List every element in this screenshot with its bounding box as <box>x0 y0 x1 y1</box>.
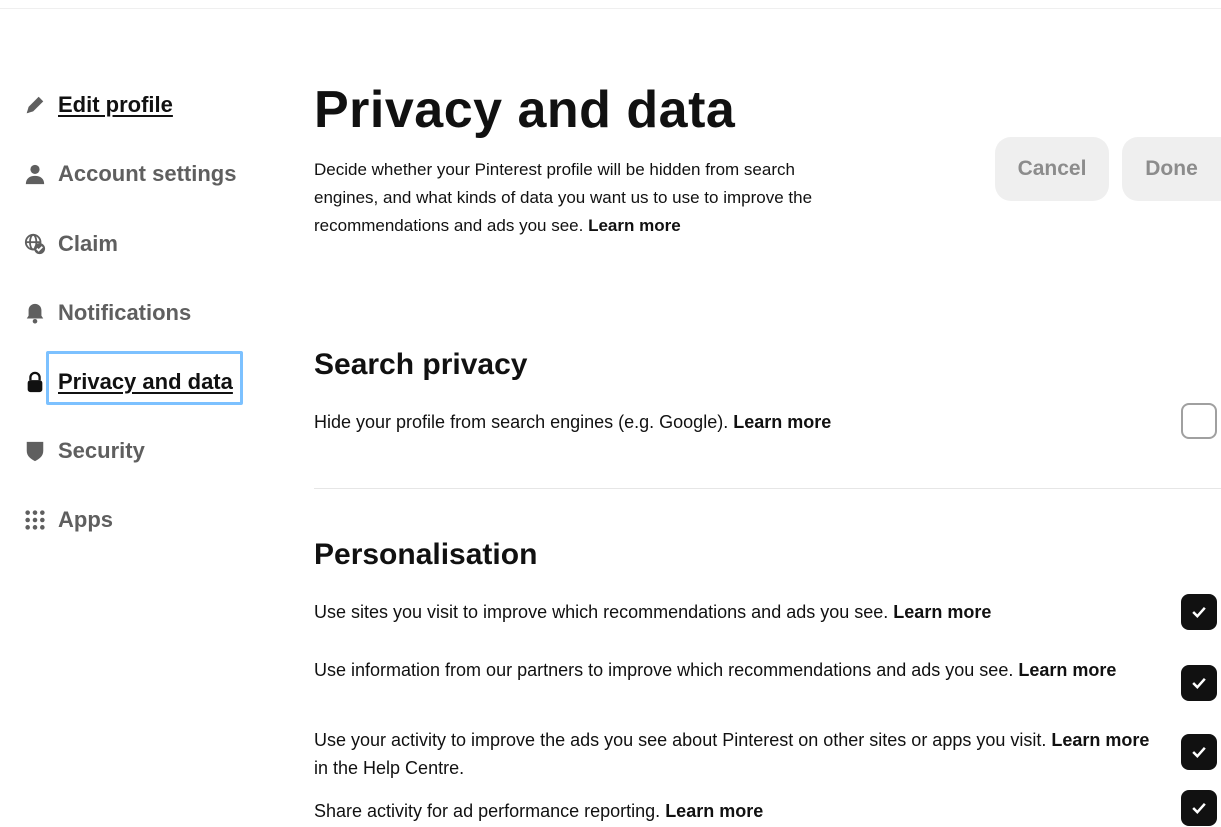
person-icon <box>24 163 46 185</box>
checkmark-icon <box>1192 746 1206 758</box>
bell-icon <box>24 302 46 324</box>
learn-more-link[interactable]: Learn more <box>893 602 991 622</box>
sidebar-item-label: Security <box>58 438 145 463</box>
option-ad-reporting: Share activity for ad performance report… <box>314 797 1164 825</box>
sidebar-item-edit-profile[interactable]: Edit profile <box>24 87 173 123</box>
learn-more-link[interactable]: Learn more <box>588 216 681 235</box>
option-hide-profile: Hide your profile from search engines (e… <box>314 408 1164 436</box>
sidebar-item-claim[interactable]: Claim <box>24 226 118 262</box>
ad-reporting-checkbox[interactable] <box>1181 790 1217 826</box>
learn-more-link[interactable]: Learn more <box>733 412 831 432</box>
option-text: Share activity for ad performance report… <box>314 801 661 821</box>
learn-more-link[interactable]: Learn more <box>665 801 763 821</box>
sidebar-item-notifications[interactable]: Notifications <box>24 295 191 331</box>
option-suffix: in the Help Centre. <box>314 758 465 778</box>
globe-check-icon <box>24 233 46 255</box>
sidebar-item-label: Edit profile <box>58 92 173 117</box>
sidebar-item-security[interactable]: Security <box>24 433 145 469</box>
search-privacy-heading: Search privacy <box>314 348 528 381</box>
option-text: Hide your profile from search engines (e… <box>314 412 729 432</box>
partner-info-checkbox[interactable] <box>1181 665 1217 701</box>
section-divider <box>314 488 1221 489</box>
learn-more-link[interactable]: Learn more <box>1051 730 1149 750</box>
option-text: Use your activity to improve the ads you… <box>314 730 1047 750</box>
sidebar-item-account-settings[interactable]: Account settings <box>24 156 236 192</box>
personalisation-heading: Personalisation <box>314 538 538 571</box>
option-text: Use sites you visit to improve which rec… <box>314 602 889 622</box>
sidebar-item-label: Apps <box>58 507 113 532</box>
activity-ads-checkbox[interactable] <box>1181 734 1217 770</box>
checkmark-icon <box>1192 606 1206 618</box>
grid-icon <box>24 509 46 531</box>
learn-more-link[interactable]: Learn more <box>1018 660 1116 680</box>
sidebar-item-apps[interactable]: Apps <box>24 502 113 538</box>
top-divider <box>0 8 1221 9</box>
sidebar-item-label: Account settings <box>58 161 237 186</box>
page-title: Privacy and data <box>314 81 736 139</box>
shield-icon <box>24 440 46 462</box>
option-sites-visited: Use sites you visit to improve which rec… <box>314 598 1164 626</box>
sidebar-item-label: Notifications <box>58 300 192 325</box>
pencil-icon <box>24 94 46 116</box>
option-activity-ads: Use your activity to improve the ads you… <box>314 726 1164 782</box>
checkmark-icon <box>1192 802 1206 814</box>
option-text: Use information from our partners to imp… <box>314 660 1014 680</box>
page-description: Decide whether your Pinterest profile wi… <box>314 156 839 240</box>
description-text: Decide whether your Pinterest profile wi… <box>314 160 813 235</box>
sidebar-item-label: Claim <box>58 231 118 256</box>
sites-visited-checkbox[interactable] <box>1181 594 1217 630</box>
hide-profile-checkbox[interactable] <box>1181 403 1217 439</box>
checkmark-icon <box>1192 677 1206 689</box>
focus-ring <box>46 351 243 405</box>
lock-icon <box>24 371 46 393</box>
cancel-button[interactable]: Cancel <box>995 137 1109 201</box>
option-partner-info: Use information from our partners to imp… <box>314 656 1164 684</box>
done-button[interactable]: Done <box>1122 137 1221 201</box>
